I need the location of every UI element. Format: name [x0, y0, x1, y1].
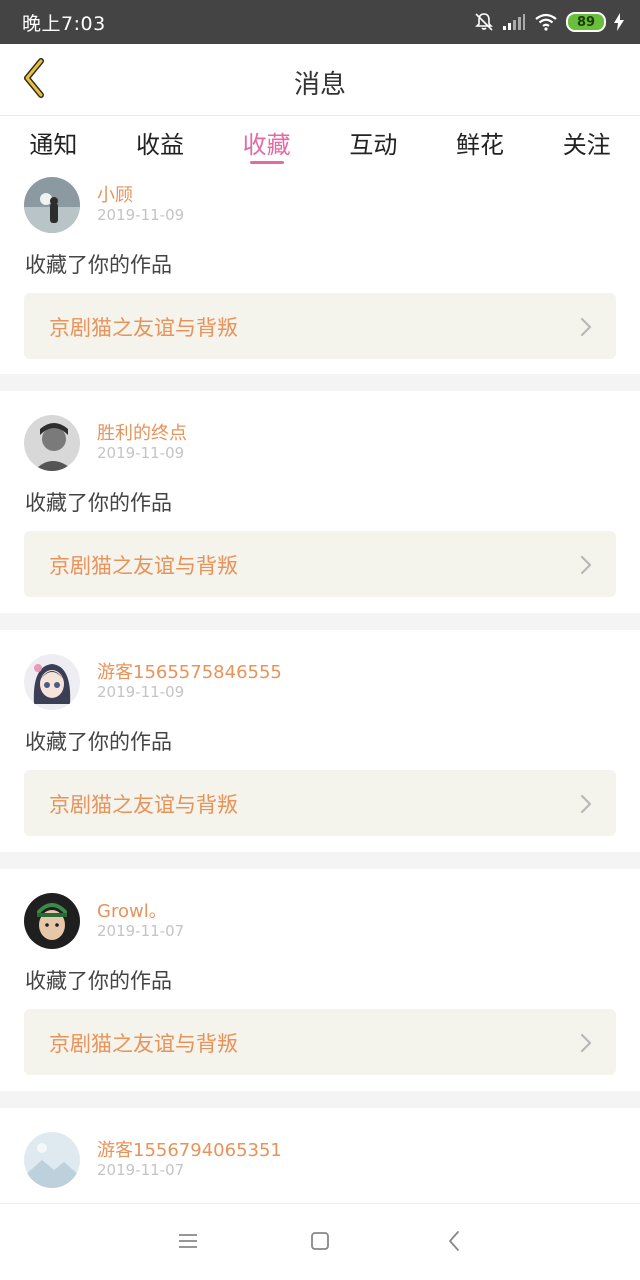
- divider: [0, 852, 640, 869]
- bell-off-icon: [474, 12, 494, 32]
- user-name[interactable]: 游客1556794065351: [97, 1136, 282, 1162]
- work-link[interactable]: 京剧猫之友谊与背叛: [24, 1009, 616, 1075]
- active-tab-indicator: [249, 161, 284, 164]
- work-title: 京剧猫之友谊与背叛: [49, 554, 238, 578]
- tab-interactions[interactable]: 互动: [320, 117, 427, 169]
- work-link[interactable]: 京剧猫之友谊与背叛: [24, 531, 616, 597]
- post-date: 2019-11-09: [97, 206, 185, 224]
- user-name[interactable]: 游客1565575846555: [97, 658, 282, 684]
- work-title: 京剧猫之友谊与背叛: [49, 1032, 238, 1056]
- tab-label: 关注: [562, 131, 611, 159]
- tab-notifications[interactable]: 通知: [0, 117, 107, 169]
- action-text: 收藏了你的作品: [25, 253, 172, 277]
- user-name[interactable]: Growl。: [97, 897, 167, 923]
- page-title: 消息: [293, 70, 346, 100]
- post-date: 2019-11-07: [97, 1161, 185, 1179]
- system-nav-bar: [0, 1203, 640, 1280]
- list-item: 游客1565575846555 2019-11-09 收藏了你的作品 京剧猫之友…: [0, 630, 640, 852]
- tab-favorites[interactable]: 收藏: [213, 117, 320, 169]
- tab-earnings[interactable]: 收益: [107, 117, 214, 169]
- signal-icon: [502, 13, 526, 31]
- work-title: 京剧猫之友谊与背叛: [49, 316, 238, 340]
- avatar[interactable]: [24, 1132, 80, 1188]
- battery-level: 89: [576, 14, 596, 30]
- list-item: Growl。 2019-11-07 收藏了你的作品 京剧猫之友谊与背叛: [0, 869, 640, 1091]
- list-item: 游客1556794065351 2019-11-07: [0, 1108, 640, 1203]
- action-text: 收藏了你的作品: [25, 969, 172, 993]
- status-bar: 晚上7:03 89: [0, 0, 640, 44]
- user-name[interactable]: 胜利的终点: [97, 419, 187, 445]
- tab-flowers[interactable]: 鲜花: [427, 117, 534, 169]
- tab-following[interactable]: 关注: [533, 117, 640, 169]
- action-text: 收藏了你的作品: [25, 730, 172, 754]
- status-icons: 89: [474, 10, 624, 34]
- action-text: 收藏了你的作品: [25, 491, 172, 515]
- work-link[interactable]: 京剧猫之友谊与背叛: [24, 293, 616, 359]
- tab-label: 收益: [136, 131, 184, 159]
- chevron-right-icon: [580, 1033, 592, 1057]
- avatar[interactable]: [24, 415, 80, 471]
- menu-icon: [177, 1232, 199, 1254]
- tab-label: 收藏: [242, 131, 291, 159]
- avatar[interactable]: [24, 893, 80, 949]
- wifi-icon: [534, 13, 558, 31]
- menu-button[interactable]: [175, 1230, 201, 1256]
- avatar[interactable]: [24, 177, 80, 233]
- app-header: 消息: [0, 44, 640, 116]
- user-name[interactable]: 小顾: [97, 181, 133, 207]
- chevron-right-icon: [580, 317, 592, 341]
- post-date: 2019-11-09: [97, 683, 185, 701]
- divider: [0, 374, 640, 391]
- tab-label: 通知: [29, 131, 78, 159]
- home-button[interactable]: [307, 1230, 333, 1256]
- divider: [0, 1091, 640, 1108]
- list-item: 胜利的终点 2019-11-09 收藏了你的作品 京剧猫之友谊与背叛: [0, 391, 640, 613]
- divider: [0, 613, 640, 630]
- home-square-icon: [310, 1231, 330, 1255]
- tab-label: 鲜花: [456, 131, 505, 159]
- avatar[interactable]: [24, 654, 80, 710]
- charging-icon: [614, 13, 624, 31]
- tab-label: 互动: [349, 131, 398, 159]
- back-triangle-icon: [447, 1230, 461, 1256]
- chevron-right-icon: [580, 555, 592, 579]
- list-item: 小顾 2019-11-09 收藏了你的作品 京剧猫之友谊与背叛: [0, 169, 640, 391]
- status-time: 晚上7:03: [22, 13, 106, 35]
- work-link[interactable]: 京剧猫之友谊与背叛: [24, 770, 616, 836]
- chevron-right-icon: [580, 794, 592, 818]
- system-back-button[interactable]: [441, 1230, 467, 1256]
- post-date: 2019-11-09: [97, 444, 185, 462]
- work-title: 京剧猫之友谊与背叛: [49, 793, 238, 817]
- post-date: 2019-11-07: [97, 922, 185, 940]
- battery-icon: 89: [566, 12, 606, 32]
- tab-bar: 通知 收益 收藏 互动 鲜花 关注: [0, 117, 640, 169]
- message-list[interactable]: 小顾 2019-11-09 收藏了你的作品 京剧猫之友谊与背叛 胜利的终点 20…: [0, 169, 640, 1203]
